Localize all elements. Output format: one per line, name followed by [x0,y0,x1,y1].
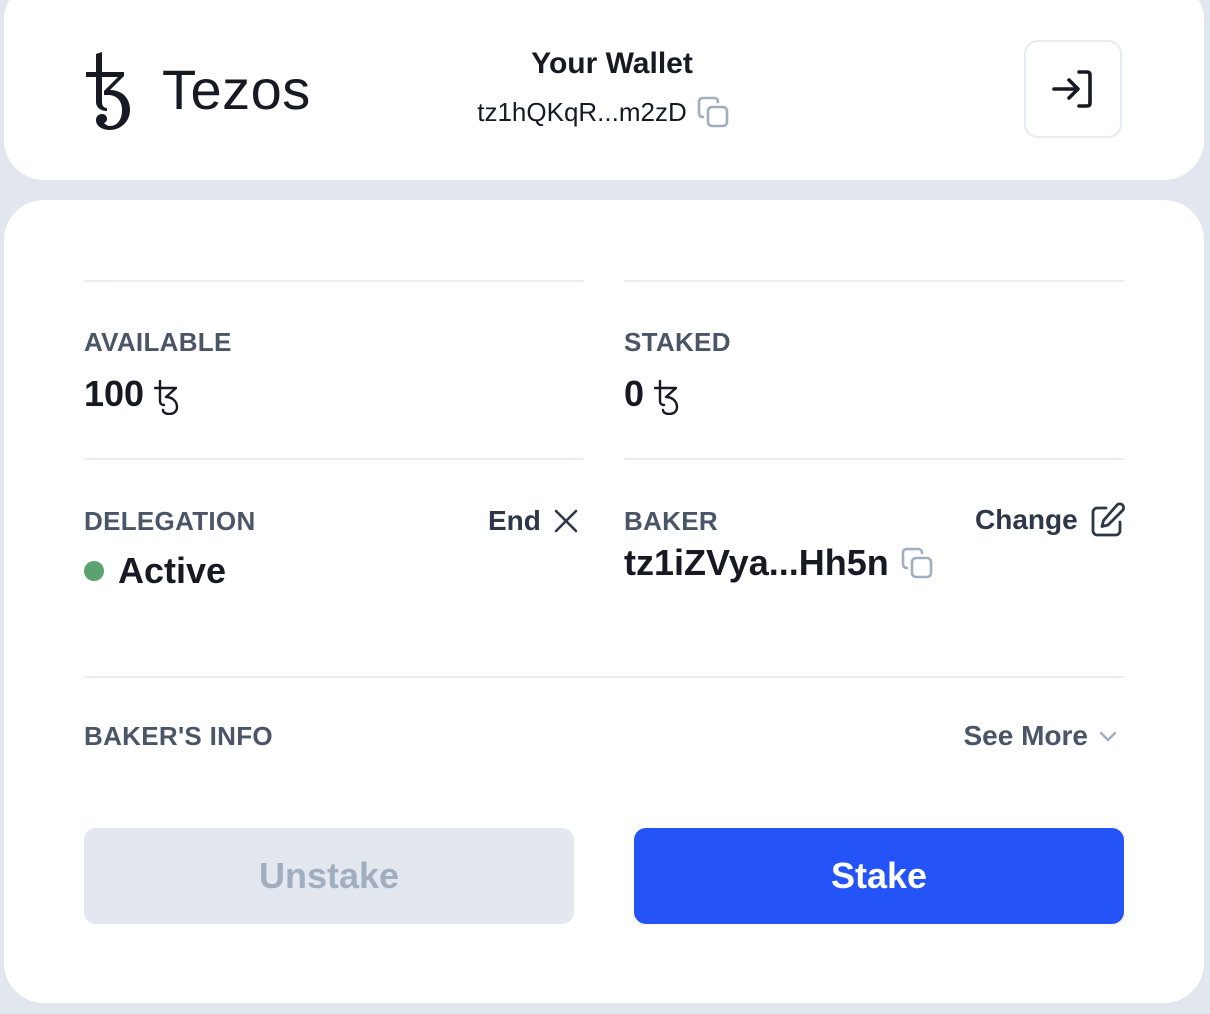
staking-card: AVAILABLE 100 STAKED 0 DELEGATION Active [4,200,1204,1003]
close-icon [554,509,578,533]
staked-amount: 0 [624,373,645,414]
tezos-logo-icon [86,52,130,130]
sign-in-arrow-icon [1052,70,1092,108]
brand-name: Tezos [162,58,311,121]
see-more-label: See More [963,720,1089,751]
available-label: AVAILABLE [84,327,232,357]
staked-label: STAKED [624,327,731,357]
baker-info-label: BAKER'S INFO [84,721,273,751]
header-card: Tezos Your Wallet tz1hQKqR...m2zD [4,0,1204,180]
delegation-status-text: Active [118,550,227,591]
tez-icon [154,379,179,415]
copy-icon[interactable] [695,94,731,130]
divider [84,280,584,282]
stake-button[interactable]: Stake [634,828,1124,924]
sign-in-button[interactable] [1024,40,1122,138]
baker-info-section: BAKER'S INFO [84,720,273,752]
unstake-button[interactable]: Unstake [84,828,574,924]
edit-icon [1091,502,1125,537]
wallet-address: tz1hQKqR...m2zD [477,97,687,127]
end-delegation-button[interactable]: End [488,505,579,537]
tez-icon [654,379,679,415]
available-amount: 100 [84,373,145,414]
staked-amount-row: 0 [624,372,731,416]
available-amount-row: 100 [84,372,232,416]
available-section: AVAILABLE 100 [84,326,232,416]
wallet-title: Your Wallet [531,47,693,80]
baker-address: tz1iZVya...Hh5n [624,542,889,583]
status-dot [84,561,104,581]
divider [624,458,1124,460]
baker-address-row: tz1iZVya...Hh5n [624,541,1124,585]
brand: Tezos [82,50,311,130]
change-baker-button[interactable]: Change [975,502,1126,538]
divider [624,280,1124,282]
delegation-status: Active [84,549,584,593]
see-more-button[interactable]: See More [964,720,1119,752]
wallet-address-row: tz1hQKqR...m2zD [404,94,804,130]
divider [84,458,584,460]
wallet-info: Your Wallet tz1hQKqR...m2zD [404,44,804,130]
end-delegation-label: End [488,505,541,536]
staked-section: STAKED 0 [624,326,731,416]
change-baker-label: Change [975,504,1078,535]
chevron-down-icon [1099,731,1117,742]
copy-icon[interactable] [899,545,935,581]
divider [84,676,1124,678]
